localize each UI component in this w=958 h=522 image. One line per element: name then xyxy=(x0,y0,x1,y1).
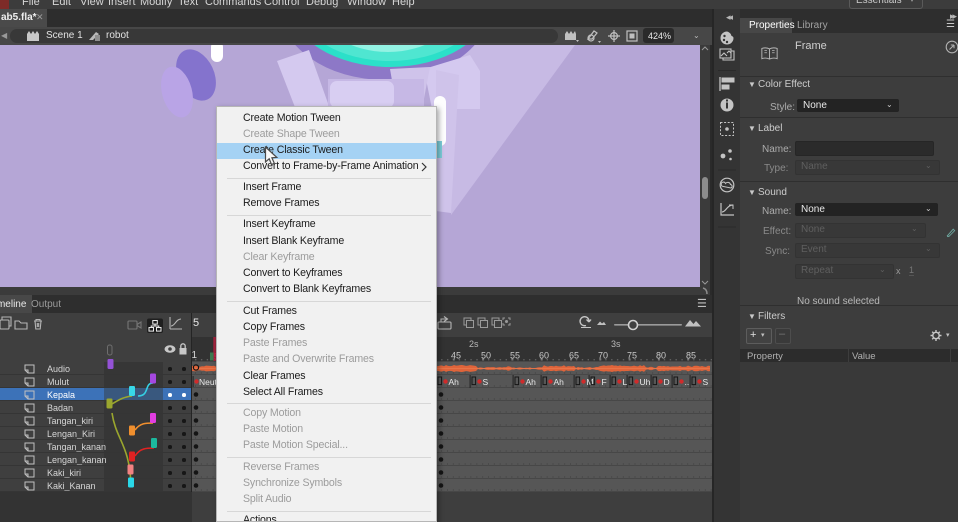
svg-text:Ah: Ah xyxy=(449,377,460,387)
svg-text:Ah: Ah xyxy=(526,377,537,387)
svg-text:S: S xyxy=(483,377,489,387)
svg-text:F: F xyxy=(602,377,607,387)
svg-text:M: M xyxy=(587,377,594,387)
svg-text:D: D xyxy=(664,377,670,387)
svg-text:Uh: Uh xyxy=(640,377,651,387)
svg-text:..: .. xyxy=(685,377,690,387)
svg-text:S: S xyxy=(703,377,709,387)
svg-text:L: L xyxy=(623,377,628,387)
svg-text:Ah: Ah xyxy=(554,377,565,387)
